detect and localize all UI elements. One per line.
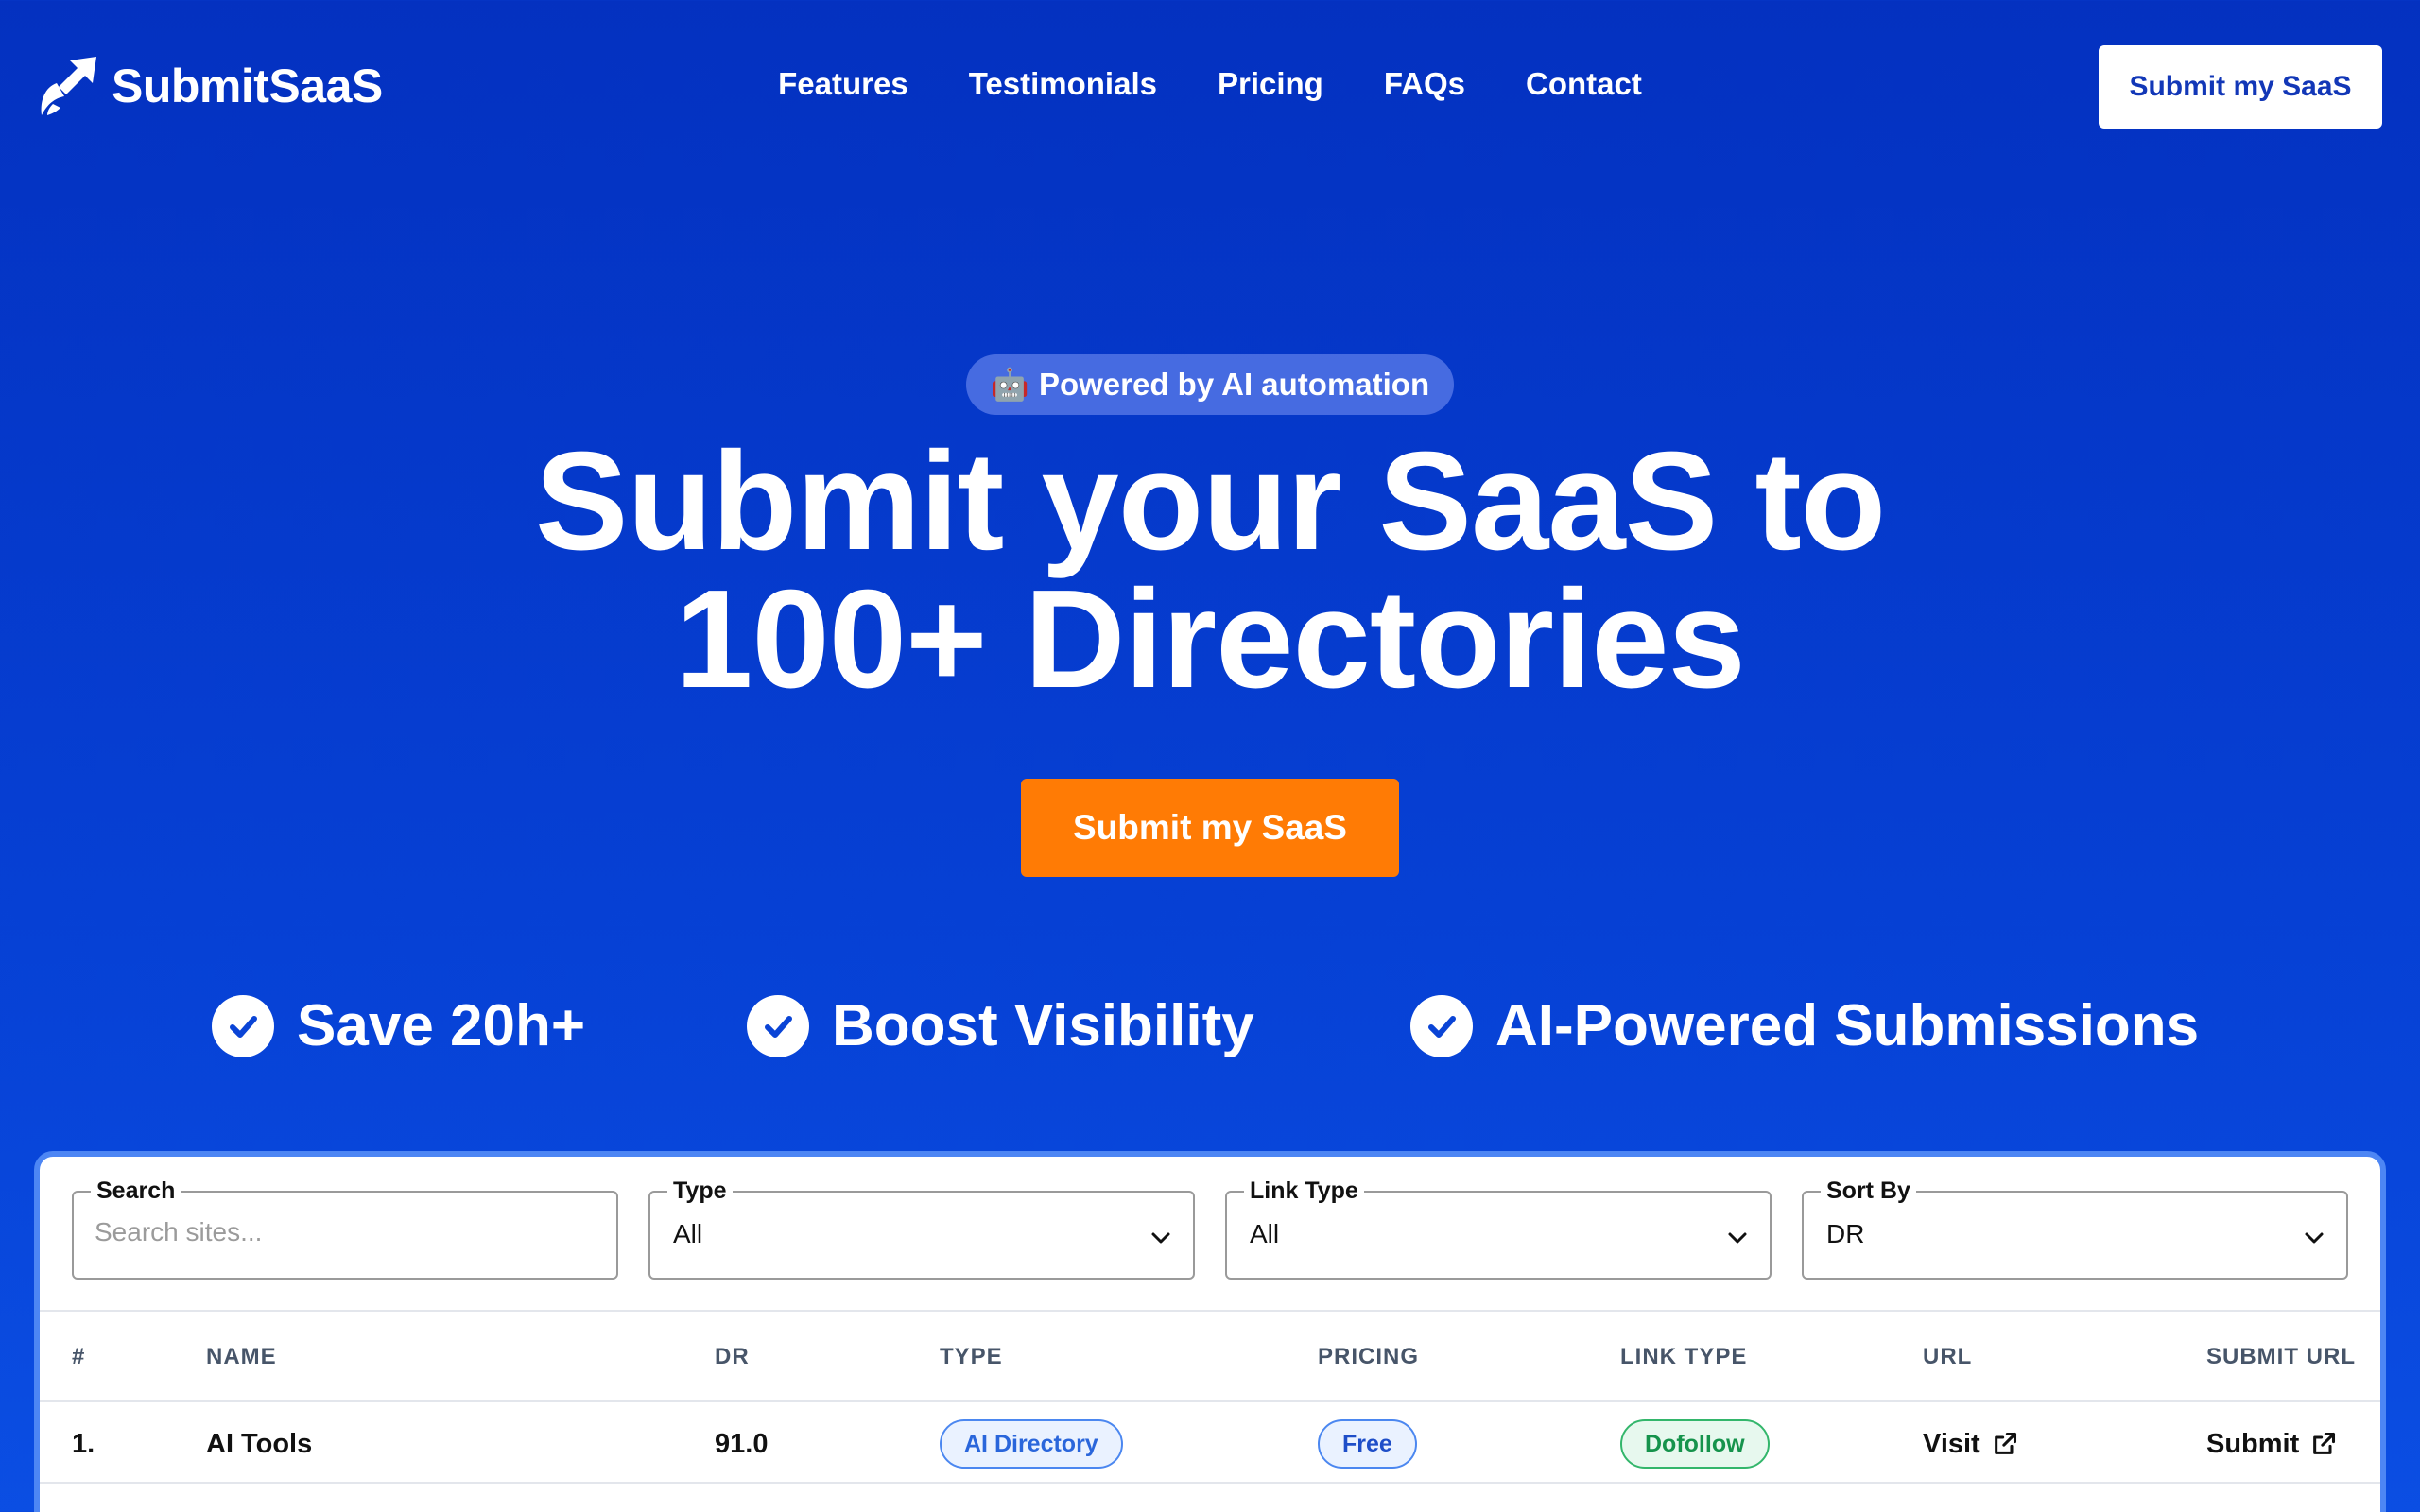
submit-link[interactable]: Submit (2206, 1404, 2337, 1484)
hero-title-line1: Submit your SaaS to (534, 423, 1886, 579)
feature-item: AI-Powered Submissions (1410, 992, 2199, 1059)
main-nav: Features Testimonials Pricing FAQs Conta… (0, 66, 2420, 102)
feature-label: AI-Powered Submissions (1495, 993, 2200, 1058)
table-row: 1. AI Tools 91.0 AI Directory Free Dofol… (40, 1404, 2380, 1484)
filter-bar: Search Type All Link Type All Sort By DR (72, 1177, 2348, 1280)
column-header-link-type[interactable]: LINK TYPE (1620, 1312, 1747, 1402)
search-field: Search (72, 1177, 618, 1280)
visit-label: Visit (1923, 1429, 1980, 1459)
feature-item: Save 20h+ (212, 992, 585, 1059)
feature-item: Boost Visibility (747, 992, 1254, 1059)
nav-features[interactable]: Features (778, 66, 908, 102)
type-select[interactable]: Type All (648, 1177, 1195, 1280)
link-type-value: All (1250, 1219, 1280, 1248)
sort-by-value: DR (1826, 1219, 1865, 1248)
top-navigation: SubmitSaaS Features Testimonials Pricing… (0, 0, 2420, 170)
sort-by-select[interactable]: Sort By DR (1802, 1177, 2348, 1280)
check-circle-icon (1410, 994, 1473, 1057)
external-link-icon (1994, 1432, 2016, 1454)
table-header: # NAME DR TYPE PRICING LINK TYPE URL SUB… (40, 1312, 2380, 1402)
nav-pricing[interactable]: Pricing (1218, 66, 1323, 102)
hero-submit-button[interactable]: Submit my SaaS (1021, 779, 1399, 877)
feature-label: Save 20h+ (297, 993, 586, 1058)
chevron-down-icon (1151, 1232, 1170, 1244)
hero-title: Submit your SaaS to 100+ Directories (0, 432, 2420, 710)
ai-badge: 🤖 Powered by AI automation (966, 354, 1454, 415)
feature-list: Save 20h+ Boost Visibility AI-Powered Su… (0, 992, 2420, 1068)
row-dr: 91.0 (715, 1429, 769, 1459)
column-header-name[interactable]: NAME (206, 1312, 277, 1402)
search-label: Search (91, 1177, 182, 1205)
check-circle-icon (212, 994, 274, 1057)
check-circle-icon (747, 994, 809, 1057)
column-header-dr[interactable]: DR (715, 1312, 750, 1402)
row-name: AI Tools (206, 1429, 313, 1459)
chevron-down-icon (1728, 1232, 1747, 1244)
type-value: All (673, 1219, 703, 1248)
robot-icon: 🤖 (990, 366, 1029, 402)
feature-label: Boost Visibility (832, 993, 1254, 1058)
link-type-label: Link Type (1244, 1177, 1364, 1205)
external-link-icon (2313, 1432, 2336, 1454)
visit-link[interactable]: Visit (1923, 1404, 2018, 1484)
directory-panel: Search Type All Link Type All Sort By DR… (34, 1151, 2386, 1512)
row-pricing-badge: Free (1318, 1419, 1417, 1469)
search-input[interactable] (95, 1217, 583, 1247)
sort-by-label: Sort By (1821, 1177, 1916, 1205)
badge-text: Powered by AI automation (1038, 367, 1430, 402)
column-header-index: # (72, 1344, 86, 1369)
type-label: Type (667, 1177, 733, 1205)
row-index: 1. (72, 1429, 95, 1459)
row-link-type-badge: Dofollow (1620, 1419, 1770, 1469)
column-header-submit-url: SUBMIT URL (2206, 1344, 2356, 1369)
chevron-down-icon (2305, 1232, 2324, 1244)
header-submit-button[interactable]: Submit my SaaS (2099, 45, 2382, 129)
link-type-select[interactable]: Link Type All (1225, 1177, 1772, 1280)
column-header-pricing[interactable]: PRICING (1318, 1312, 1419, 1402)
nav-faqs[interactable]: FAQs (1384, 66, 1465, 102)
row-type-badge: AI Directory (940, 1419, 1123, 1469)
submit-label: Submit (2206, 1429, 2300, 1459)
column-header-url: URL (1923, 1344, 1973, 1369)
hero-title-line2: 100+ Directories (675, 561, 1746, 717)
nav-contact[interactable]: Contact (1526, 66, 1642, 102)
nav-testimonials[interactable]: Testimonials (969, 66, 1157, 102)
column-header-type[interactable]: TYPE (940, 1312, 1003, 1402)
